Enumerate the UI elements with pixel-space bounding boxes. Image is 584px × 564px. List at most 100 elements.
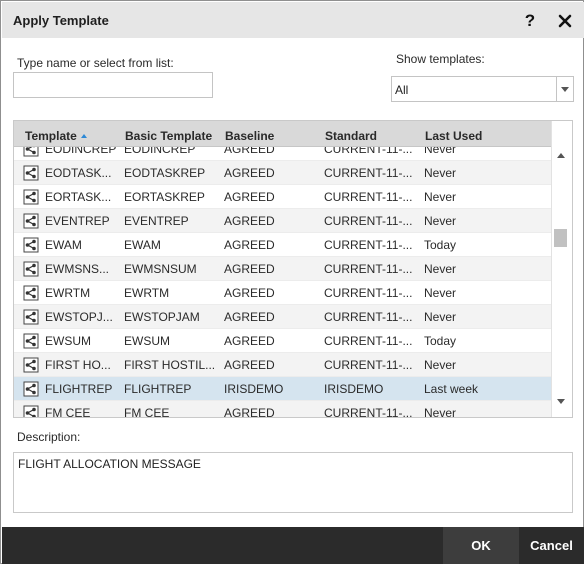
share-icon xyxy=(23,309,39,325)
table-row[interactable]: FM CEE FM CEE AGREED CURRENT-11-... Never xyxy=(14,401,551,417)
cell-standard: CURRENT-11-... xyxy=(324,262,412,276)
cell-template: FIRST HO... xyxy=(45,358,111,372)
grid-scrollbar[interactable] xyxy=(551,121,572,417)
cell-basic-template: FM CEE xyxy=(124,406,170,417)
table-row[interactable]: EORTASK... EORTASKREP AGREED CURRENT-11-...… xyxy=(14,185,551,209)
cell-last-used: Never xyxy=(424,262,457,276)
show-templates-select[interactable]: All xyxy=(391,76,574,102)
cell-last-used: Never xyxy=(424,358,457,372)
cell-template: EODTASK... xyxy=(45,166,112,180)
column-header-template[interactable]: Template xyxy=(25,129,87,143)
share-icon xyxy=(23,381,39,397)
search-label: Type name or select from list: xyxy=(17,56,174,70)
cell-last-used: Never xyxy=(424,147,457,156)
cell-last-used: Never xyxy=(424,166,457,180)
cell-standard: CURRENT-11-... xyxy=(324,334,412,348)
cell-template: EODINCREP xyxy=(45,147,117,156)
cell-baseline: AGREED xyxy=(224,238,275,252)
cell-basic-template: EODINCREP xyxy=(124,147,196,156)
close-icon xyxy=(558,14,572,28)
cell-basic-template: FLIGHTREP xyxy=(124,382,192,396)
ok-button[interactable]: OK xyxy=(443,527,519,564)
column-header-standard[interactable]: Standard xyxy=(325,129,377,143)
cell-baseline: AGREED xyxy=(224,166,275,180)
template-name-input[interactable] xyxy=(13,72,213,98)
column-header-basic-template[interactable]: Basic Template xyxy=(125,129,212,143)
grid-body: EODINCREP EODINCREP AGREED CURRENT-11-... Ne… xyxy=(14,147,551,417)
share-icon xyxy=(23,285,39,301)
cell-basic-template: EVENTREP xyxy=(124,214,189,228)
cell-baseline: AGREED xyxy=(224,406,275,417)
templates-grid: Template Basic Template Baseline Standar… xyxy=(13,120,573,418)
cell-template: EWSTOPJ... xyxy=(45,310,113,324)
dialog-titlebar: Apply Template ? xyxy=(2,2,584,38)
scroll-thumb[interactable] xyxy=(554,229,567,247)
description-field[interactable] xyxy=(13,452,573,513)
share-icon xyxy=(23,261,39,277)
share-icon xyxy=(23,189,39,205)
share-icon xyxy=(23,213,39,229)
cell-basic-template: EWRTM xyxy=(124,286,170,300)
table-row[interactable]: EWSTOPJ... EWSTOPJAM AGREED CURRENT-11-... N… xyxy=(14,305,551,329)
cell-template: FLIGHTREP xyxy=(45,382,113,396)
share-icon xyxy=(23,165,39,181)
share-icon xyxy=(23,357,39,373)
cell-standard: CURRENT-11-... xyxy=(324,406,412,417)
table-row[interactable]: EWAM EWAM AGREED CURRENT-11-... Today xyxy=(14,233,551,257)
cell-last-used: Last week xyxy=(424,382,479,396)
table-row[interactable]: EODTASK... EODTASKREP AGREED CURRENT-11-...… xyxy=(14,161,551,185)
show-templates-label: Show templates: xyxy=(396,52,485,66)
cell-basic-template: EORTASKREP xyxy=(124,190,205,204)
table-row[interactable]: EWSUM EWSUM AGREED CURRENT-11-... Today xyxy=(14,329,551,353)
share-icon xyxy=(23,333,39,349)
cell-standard: CURRENT-11-... xyxy=(324,310,412,324)
grid-rows: EODINCREP EODINCREP AGREED CURRENT-11-... Ne… xyxy=(14,147,551,417)
table-row[interactable]: EWMSNS... EWMSNSUM AGREED CURRENT-11-... Nev… xyxy=(14,257,551,281)
cell-baseline: AGREED xyxy=(224,147,275,156)
cell-standard: CURRENT-11-... xyxy=(324,286,412,300)
cell-standard: CURRENT-11-... xyxy=(324,166,412,180)
help-button[interactable]: ? xyxy=(518,9,542,33)
close-button[interactable] xyxy=(553,9,577,33)
cell-baseline: IRISDEMO xyxy=(224,382,284,396)
table-row[interactable]: EVENTREP EVENTREP AGREED CURRENT-11-... Neve… xyxy=(14,209,551,233)
cell-standard: CURRENT-11-... xyxy=(324,238,412,252)
cell-baseline: AGREED xyxy=(224,214,275,228)
cell-baseline: AGREED xyxy=(224,358,275,372)
cell-baseline: AGREED xyxy=(224,286,275,300)
scroll-down-icon[interactable] xyxy=(557,399,565,404)
cell-standard: CURRENT-11-... xyxy=(324,147,412,156)
cell-last-used: Today xyxy=(424,334,457,348)
cell-basic-template: EWAM xyxy=(124,238,161,252)
dialog-footer: OK Cancel xyxy=(2,527,584,564)
sort-ascending-icon xyxy=(80,134,87,138)
cell-baseline: AGREED xyxy=(224,334,275,348)
cell-basic-template: EWMSNSUM xyxy=(124,262,197,276)
share-icon xyxy=(23,405,39,417)
cell-baseline: AGREED xyxy=(224,262,275,276)
cell-last-used: Never xyxy=(424,214,457,228)
show-templates-value: All xyxy=(395,83,409,97)
cancel-button[interactable]: Cancel xyxy=(519,527,584,564)
cell-template: EWMSNS... xyxy=(45,262,110,276)
column-header-baseline[interactable]: Baseline xyxy=(225,129,274,143)
column-header-last-used[interactable]: Last Used xyxy=(425,129,482,143)
cell-template: EWSUM xyxy=(45,334,91,348)
cell-template: EWAM xyxy=(45,238,82,252)
cell-standard: CURRENT-11-... xyxy=(324,190,412,204)
cell-last-used: Never xyxy=(424,190,457,204)
table-row[interactable]: FLIGHTREP FLIGHTREP IRISDEMO IRISDEMO Last w… xyxy=(14,377,551,401)
cell-template: FM CEE xyxy=(45,406,91,417)
cell-last-used: Today xyxy=(424,238,457,252)
cell-last-used: Never xyxy=(424,310,457,324)
dialog-title: Apply Template xyxy=(13,13,109,28)
apply-template-dialog: Apply Template ? Type name or select fro… xyxy=(0,0,584,564)
table-row[interactable]: EODINCREP EODINCREP AGREED CURRENT-11-... Ne… xyxy=(14,147,551,161)
cell-standard: CURRENT-11-... xyxy=(324,358,412,372)
table-row[interactable]: FIRST HO... FIRST HOSTIL... AGREED CURRENT-… xyxy=(14,353,551,377)
cell-basic-template: EODTASKREP xyxy=(124,166,206,180)
cell-standard: IRISDEMO xyxy=(324,382,384,396)
table-row[interactable]: EWRTM EWRTM AGREED CURRENT-11-... Never xyxy=(14,281,551,305)
scroll-up-icon[interactable] xyxy=(557,153,565,158)
chevron-down-icon[interactable] xyxy=(556,77,573,101)
